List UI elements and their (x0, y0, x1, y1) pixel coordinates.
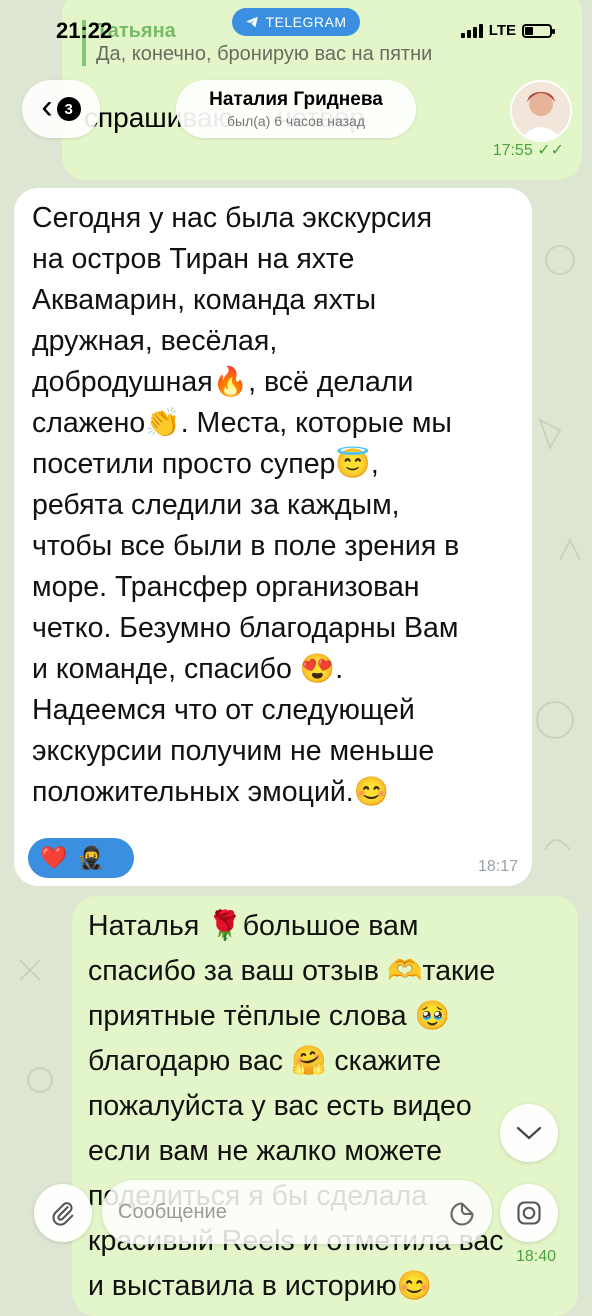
signal-icon (460, 23, 483, 38)
double-check-icon: ✓✓ (537, 142, 564, 159)
paperclip-icon (52, 1202, 74, 1226)
paper-plane-icon (246, 16, 259, 28)
system-indicators: LTE (460, 22, 555, 39)
contact-name: Наталия Гриднева (209, 89, 383, 110)
avatar[interactable] (510, 80, 572, 142)
message-time: 17:55 (492, 142, 533, 159)
input-bar (0, 1170, 592, 1280)
message-input[interactable] (102, 1180, 492, 1244)
unread-badge: 3 (56, 97, 81, 121)
avatar-photo (512, 82, 570, 140)
sticker-icon (450, 1202, 474, 1226)
network-type: LTE (488, 22, 516, 39)
incoming-message-bubble[interactable]: Сегодня у нас была экскурсия на остров Т… (14, 188, 532, 886)
sticker-button[interactable] (444, 1196, 480, 1232)
incoming-message-time: 18:17 (477, 858, 518, 875)
contact-status: был(а) 6 часов назад (226, 113, 365, 129)
ninja-reaction[interactable]: 🥷 (77, 845, 104, 871)
camera-icon (517, 1201, 541, 1225)
status-bar: 21:22 TELEGRAM LTE (0, 0, 592, 56)
telegram-pill[interactable]: TELEGRAM (232, 8, 360, 36)
heart-reaction[interactable]: ❤️ (40, 845, 67, 871)
scroll-down-button[interactable] (500, 1104, 558, 1162)
incoming-message-text: Сегодня у нас была экскурсия на остров Т… (32, 202, 460, 808)
telegram-pill-label: TELEGRAM (265, 14, 347, 30)
previous-message-time: 17:55 ✓✓ (493, 140, 564, 160)
reactions-pill[interactable]: ❤️ 🥷 (28, 838, 134, 878)
battery-icon (522, 23, 555, 38)
back-button[interactable]: ‹ 3 (22, 80, 100, 138)
camera-button[interactable] (500, 1184, 558, 1242)
clock: 21:22 (56, 18, 113, 43)
chevron-down-icon (516, 1126, 542, 1140)
chat-header[interactable]: Наталия Гриднева был(а) 6 часов назад (176, 80, 416, 138)
battery-level (525, 26, 533, 35)
attach-button[interactable] (34, 1184, 92, 1242)
chevron-left-icon: ‹ (41, 88, 53, 126)
